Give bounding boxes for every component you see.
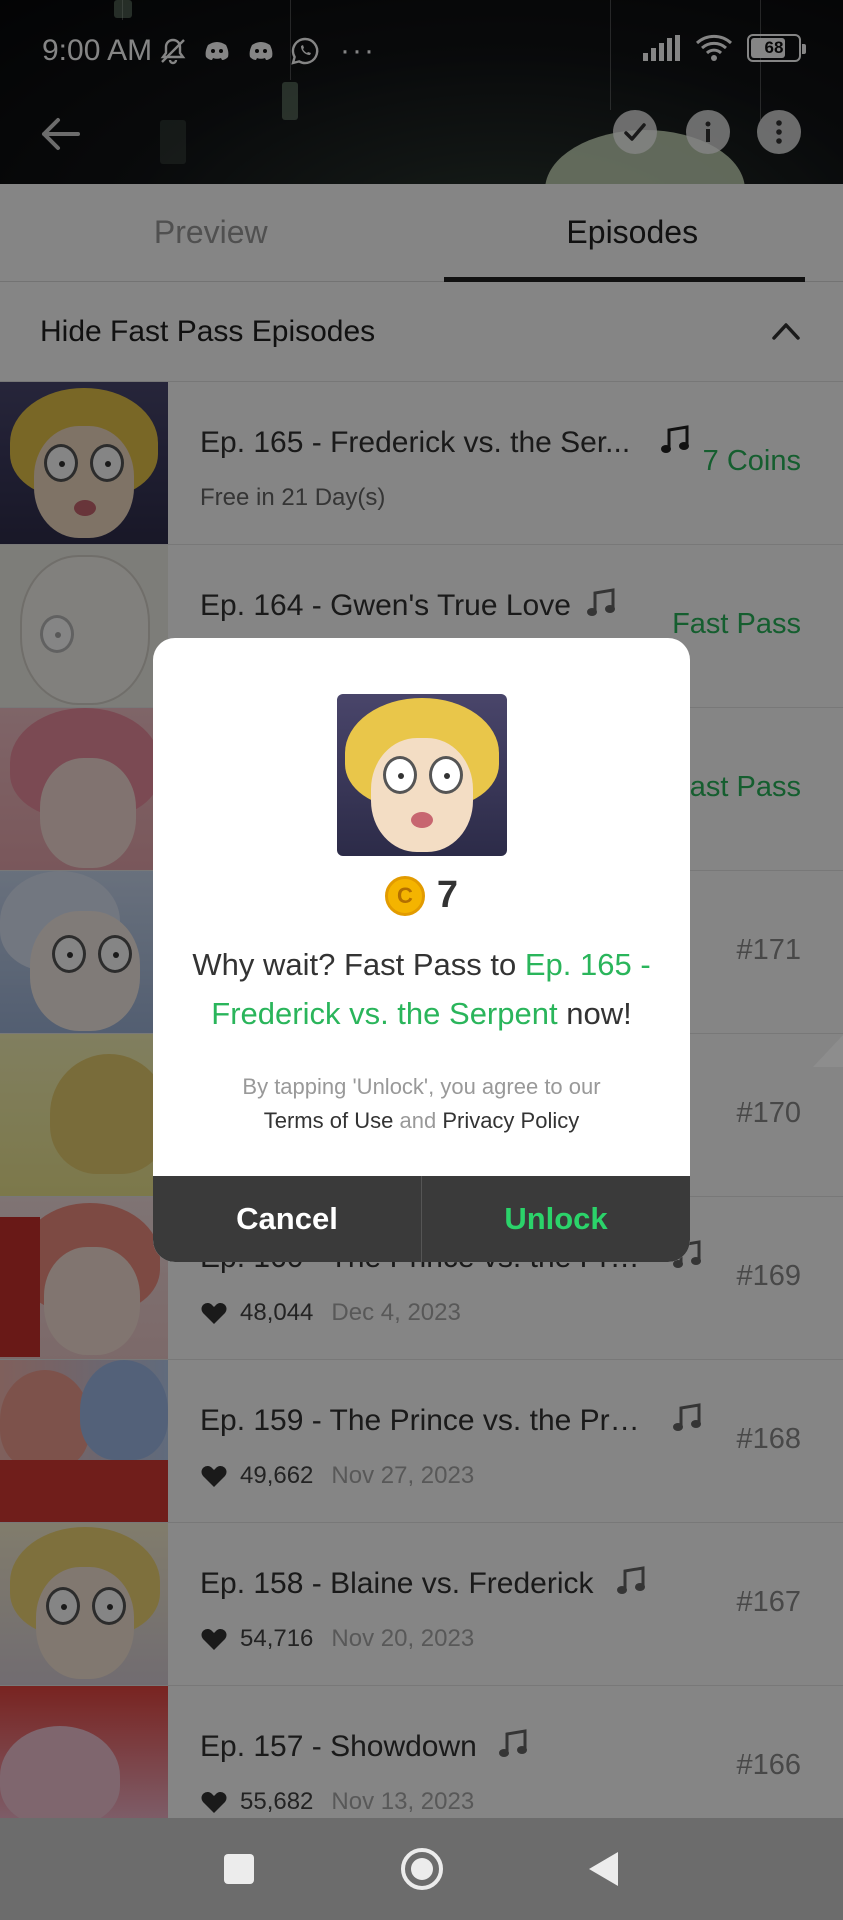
- recents-icon[interactable]: [222, 1852, 256, 1886]
- fast-pass-dialog: C 7 Why wait? Fast Pass to Ep. 165 - Fre…: [153, 638, 690, 1262]
- fast-pass-message: Why wait? Fast Pass to Ep. 165 - Frederi…: [183, 940, 660, 1038]
- dialog-episode-thumbnail: [337, 694, 507, 856]
- side-drawer-handle[interactable]: [813, 1035, 843, 1067]
- message-prefix: Why wait? Fast Pass to: [192, 947, 525, 982]
- terms-prefix: By tapping 'Unlock', you agree to our: [242, 1074, 601, 1099]
- terms-and: and: [399, 1108, 437, 1133]
- cancel-button[interactable]: Cancel: [153, 1176, 422, 1262]
- back-icon[interactable]: [586, 1850, 620, 1888]
- coin-icon: C: [384, 875, 425, 916]
- coin-cost: C 7: [153, 874, 690, 917]
- privacy-policy-link[interactable]: Privacy Policy: [442, 1108, 579, 1133]
- coin-count: 7: [436, 874, 459, 916]
- message-suffix: now!: [557, 996, 632, 1031]
- home-icon[interactable]: [399, 1846, 445, 1892]
- unlock-button[interactable]: Unlock: [422, 1176, 690, 1262]
- system-nav-bar: [0, 1818, 843, 1920]
- terms-of-use-link[interactable]: Terms of Use: [264, 1108, 394, 1133]
- dialog-button-bar: Cancel Unlock: [153, 1176, 690, 1262]
- terms-notice: By tapping 'Unlock', you agree to our Te…: [173, 1070, 670, 1138]
